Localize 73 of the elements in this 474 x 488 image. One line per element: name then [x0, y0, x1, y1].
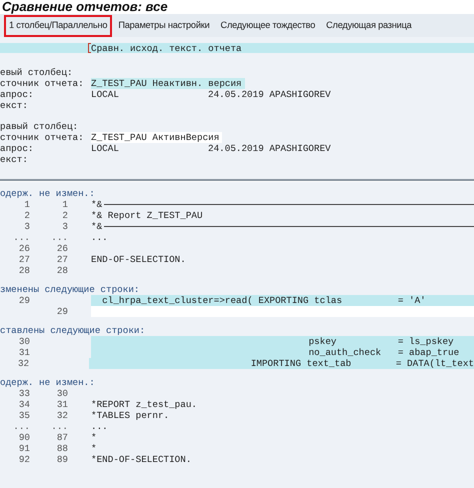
section-heading: одерж. не измен.:	[0, 188, 95, 199]
field-label: екст:	[0, 100, 28, 111]
code-line: cl_hrpa_text_cluster=>read( EXPORTING tclas = 'A'	[101, 295, 426, 306]
line-number: ...	[13, 421, 30, 432]
code-line: pskey = ls_pskey	[308, 336, 454, 347]
field-label: сточник отчета:	[0, 78, 84, 89]
code-line: IMPORTING text_tab = DATA(lt_text	[250, 358, 474, 369]
section-heading: зменены следующие строки:	[0, 284, 140, 295]
line-number: 3	[24, 221, 30, 232]
code-line: *&	[91, 199, 102, 210]
toolbar-button[interactable]: 1 столбец/Параллельно	[4, 14, 112, 36]
line-number: 1	[24, 199, 30, 210]
field-label: апрос:	[0, 143, 34, 154]
code-line: ...	[91, 232, 108, 243]
header-text: Сравн. исход. текст. отчета	[91, 42, 242, 54]
line-number: 91	[18, 443, 30, 454]
line-number: 3	[62, 221, 68, 232]
section-heading: ставлены следующие строки:	[0, 325, 146, 336]
line-number: 28	[56, 265, 68, 276]
line-number: 32	[56, 410, 68, 421]
line-number: 32	[18, 358, 30, 369]
column-heading: евый столбец:	[0, 67, 73, 78]
code-line: *END-OF-SELECTION.	[91, 454, 192, 465]
line-number: 35	[18, 410, 30, 421]
code-line: END-OF-SELECTION.	[91, 254, 186, 265]
field-value: Z_TEST_PAU Неактивн. версия	[91, 78, 245, 89]
field-value: LOCAL	[91, 143, 120, 154]
field-label: екст:	[0, 154, 28, 165]
field-value: 24.05.2019 APASHIGOREV	[208, 143, 331, 154]
line-number: 27	[18, 254, 30, 265]
line-number: 29	[18, 295, 30, 306]
line-number: 88	[56, 443, 68, 454]
code-line: *	[91, 432, 97, 443]
code-line: *& Report Z_TEST_PAU	[91, 210, 203, 221]
line-number: 87	[56, 432, 68, 443]
code-line: ...	[91, 421, 108, 432]
code-line: *	[91, 443, 97, 454]
line-number: 28	[18, 265, 30, 276]
line-number: 26	[56, 243, 68, 254]
field-value: 24.05.2019 APASHIGOREV	[208, 89, 331, 100]
line-number: 27	[56, 254, 68, 265]
line-number: ...	[51, 421, 68, 432]
section-heading: одерж. не измен.:	[0, 377, 95, 388]
line-number: 29	[56, 306, 68, 317]
field-value: LOCAL	[91, 89, 120, 100]
line-number: ...	[51, 232, 68, 243]
code-line: *REPORT z_test_pau.	[91, 399, 198, 410]
cursor-icon	[88, 43, 91, 53]
line-number: 2	[24, 210, 30, 221]
line-number: 26	[18, 243, 30, 254]
toolbar-button[interactable]: Следующая разница	[321, 14, 417, 36]
line-number: 92	[18, 454, 30, 465]
line-number: 2	[62, 210, 68, 221]
field-label: сточник отчета:	[0, 132, 84, 143]
line-number: 30	[18, 336, 30, 347]
line-number: ...	[13, 232, 30, 243]
line-number: 34	[18, 399, 30, 410]
line-number: 90	[18, 432, 30, 443]
toolbar-button[interactable]: Параметры настройки	[113, 14, 215, 36]
line-number: 30	[56, 388, 68, 399]
line-number: 31	[56, 399, 68, 410]
toolbar-button[interactable]: Следующее тождество	[216, 14, 320, 36]
code-line: no_auth_check = abap_true	[308, 347, 460, 358]
code-line: *TABLES pernr.	[91, 410, 170, 421]
field-label: апрос:	[0, 89, 34, 100]
line-number: 33	[18, 388, 30, 399]
code-line: *&	[91, 221, 102, 232]
line-number: 1	[62, 199, 68, 210]
field-value: Z_TEST_PAU АктивнВерсия	[91, 132, 222, 143]
column-heading: равый столбец:	[0, 121, 78, 132]
line-number: 31	[18, 347, 30, 358]
window-title: Сравнение отчетов: все	[2, 0, 168, 14]
line-number: 89	[56, 454, 68, 465]
